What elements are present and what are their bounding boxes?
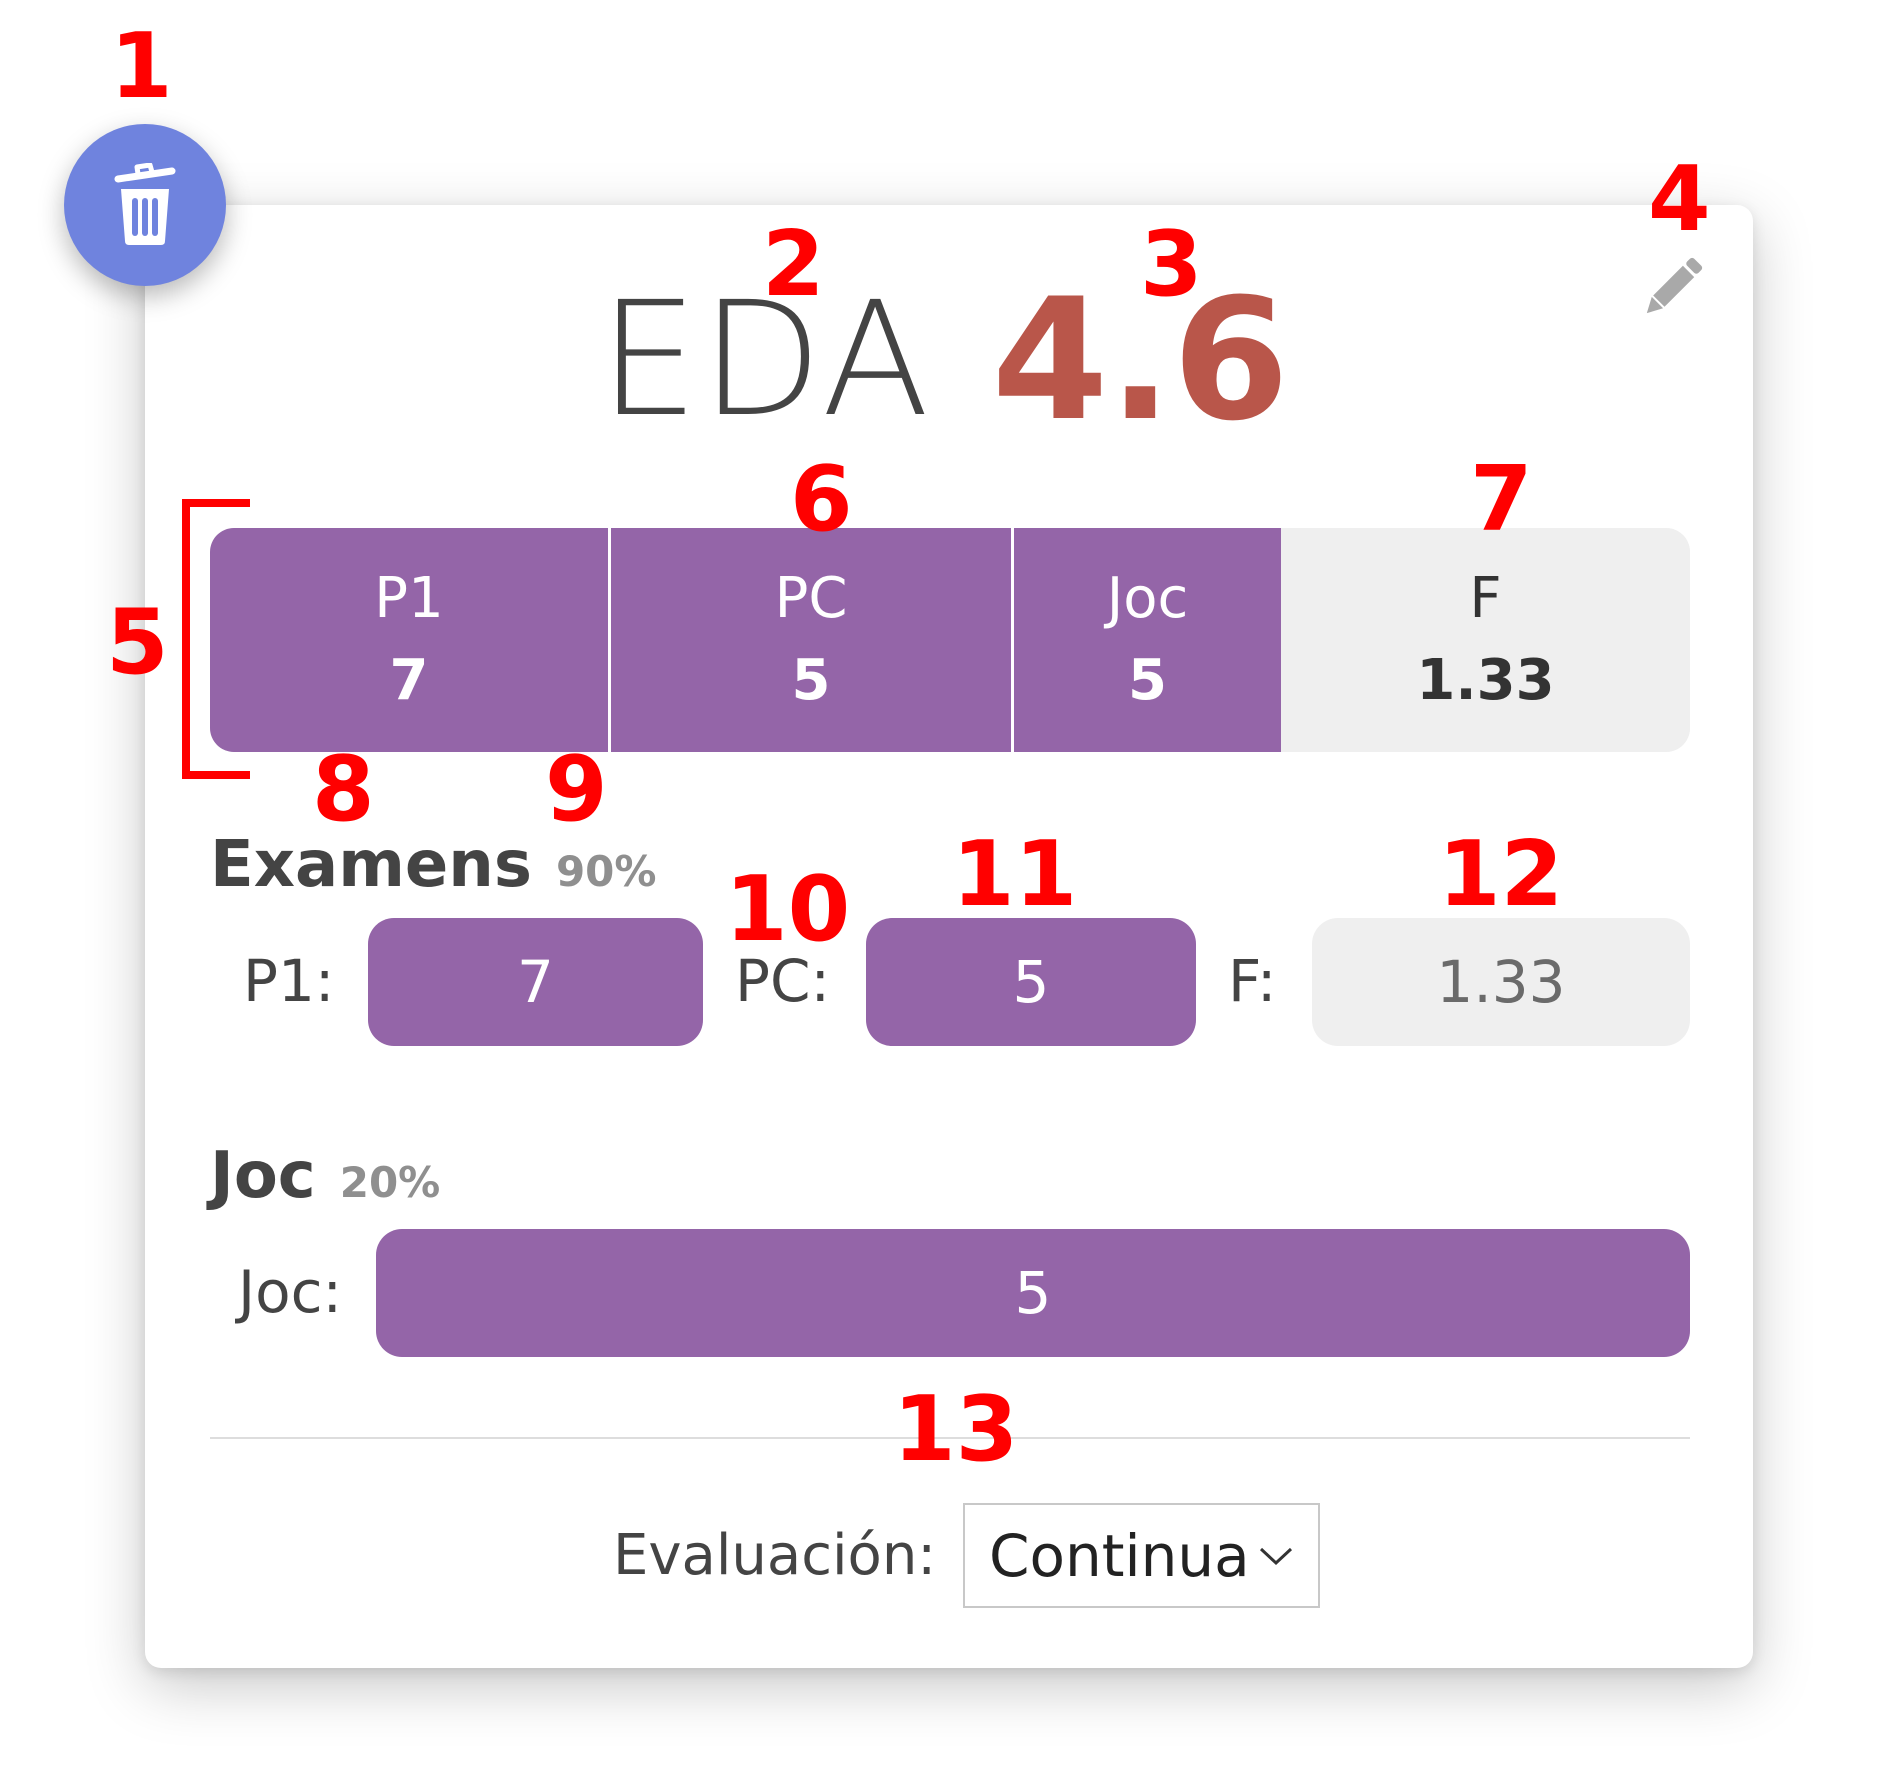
annotation-marker: 5: [106, 590, 169, 695]
chevron-down-icon: [1259, 1547, 1293, 1565]
joc-grade-input[interactable]: 5: [376, 1229, 1690, 1357]
evaluation-label: Evaluación:: [613, 1523, 937, 1588]
f-grade-input[interactable]: 1.33: [1312, 918, 1690, 1046]
annotation-marker: 3: [1140, 212, 1203, 317]
annotation-marker: 4: [1648, 147, 1711, 252]
evaluation-select[interactable]: Continua: [963, 1503, 1320, 1608]
summary-segment-joc[interactable]: Joc 5: [1014, 528, 1281, 752]
grade-summary-bar: P1 7 PC 5 Joc 5 F 1.33: [210, 528, 1690, 752]
p1-grade-input[interactable]: 7: [368, 918, 703, 1046]
pc-grade-input[interactable]: 5: [866, 918, 1196, 1046]
summary-segment-f[interactable]: F 1.33: [1281, 528, 1690, 752]
f-field-label: F:: [1228, 947, 1277, 1015]
summary-segment-label: Joc: [1106, 566, 1189, 631]
examens-percent: 90%: [555, 847, 657, 896]
summary-segment-value: 5: [1128, 648, 1167, 713]
summary-segment-pc[interactable]: PC 5: [611, 528, 1011, 752]
joc-title: Joc: [210, 1139, 316, 1213]
summary-segment-value: 1.33: [1416, 648, 1555, 713]
annotation-bracket: [182, 499, 250, 779]
p1-field-label: P1:: [243, 947, 335, 1015]
annotation-marker: 13: [893, 1377, 1019, 1482]
delete-button[interactable]: [64, 124, 226, 286]
annotation-marker: 8: [312, 737, 375, 842]
annotation-marker: 11: [952, 822, 1078, 927]
examens-section-header: Examens 90%: [210, 833, 656, 897]
summary-segment-label: PC: [774, 566, 848, 631]
summary-segment-value: 7: [389, 648, 429, 713]
subject-header: EDA 4.6: [0, 270, 1888, 450]
summary-segment-label: P1: [374, 566, 444, 631]
annotation-marker: 6: [790, 447, 853, 552]
joc-field-label: Joc:: [238, 1258, 343, 1326]
trash-icon: [114, 163, 176, 245]
evaluation-select-value: Continua: [989, 1521, 1250, 1590]
examens-title: Examens: [210, 828, 532, 902]
summary-segment-value: 5: [791, 648, 831, 713]
annotation-marker: 9: [545, 737, 608, 842]
summary-segment-label: F: [1469, 566, 1502, 631]
annotation-marker: 2: [762, 212, 825, 317]
annotation-marker: 1: [110, 14, 173, 119]
annotation-marker: 7: [1470, 447, 1533, 552]
annotation-marker: 10: [725, 857, 851, 962]
joc-section-header: Joc 20%: [210, 1144, 440, 1208]
summary-segment-p1[interactable]: P1 7: [210, 528, 608, 752]
joc-percent: 20%: [339, 1158, 441, 1207]
annotation-marker: 12: [1438, 822, 1564, 927]
